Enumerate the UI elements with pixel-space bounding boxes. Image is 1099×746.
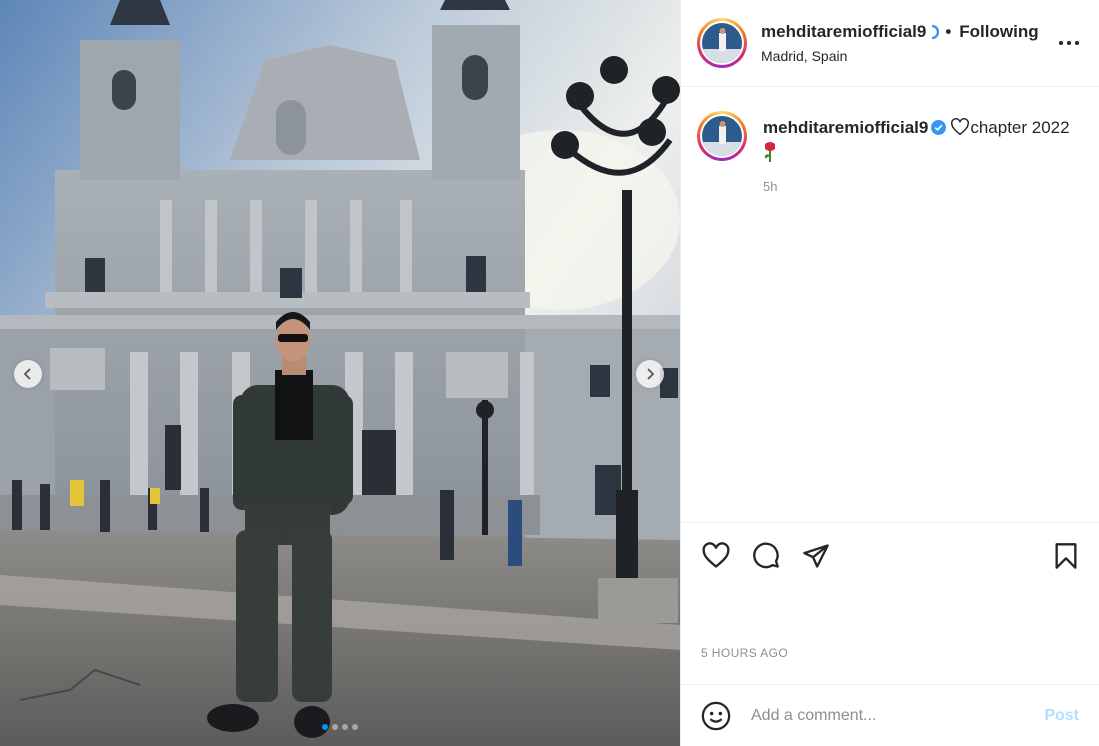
post-timestamp[interactable]: 5 HOURS AGO xyxy=(681,588,1099,684)
post-photo[interactable] xyxy=(0,0,680,746)
caption-username[interactable]: mehditaremiofficial9 xyxy=(763,118,928,137)
separator-dot: • xyxy=(945,22,952,41)
author-avatar[interactable] xyxy=(697,18,747,68)
post-location[interactable]: Madrid, Spain xyxy=(761,48,1055,64)
post-comment-button[interactable]: Post xyxy=(1044,707,1079,725)
action-bar xyxy=(681,522,1099,588)
caption-author-avatar[interactable] xyxy=(697,111,747,161)
carousel-dot xyxy=(352,724,358,730)
heart-outline-icon xyxy=(951,118,970,136)
following-button[interactable]: Following xyxy=(959,22,1038,42)
post-header: mehditaremiofficial9 • Following Madrid,… xyxy=(681,0,1099,87)
comment-button[interactable] xyxy=(751,541,781,571)
caption-time: 5h xyxy=(763,179,778,194)
like-button[interactable] xyxy=(701,541,731,571)
heart-icon xyxy=(702,541,730,568)
avatar-image xyxy=(702,116,742,156)
share-button[interactable] xyxy=(801,541,831,571)
carousel-dot xyxy=(322,724,328,730)
chevron-right-icon xyxy=(647,368,655,380)
post-details-panel: mehditaremiofficial9 • Following Madrid,… xyxy=(680,0,1099,746)
avatar-image xyxy=(702,23,742,63)
instagram-post: mehditaremiofficial9 • Following Madrid,… xyxy=(0,0,1099,746)
carousel-dot xyxy=(342,724,348,730)
cathedral-photo xyxy=(0,0,680,746)
carousel-indicator xyxy=(0,724,680,730)
emoji-icon[interactable] xyxy=(701,701,731,731)
caption-text: chapter 2022 xyxy=(970,118,1070,137)
previous-slide-button[interactable] xyxy=(14,360,42,388)
carousel-dot xyxy=(332,724,338,730)
chevron-left-icon xyxy=(23,368,31,380)
verified-badge-icon xyxy=(932,25,940,39)
more-horizontal-icon xyxy=(1059,41,1063,45)
save-button[interactable] xyxy=(1051,541,1081,571)
add-comment-bar: Post xyxy=(681,684,1099,746)
next-slide-button[interactable] xyxy=(636,360,664,388)
post-caption: mehditaremiofficial9 chapter 2022 5h xyxy=(697,111,1083,194)
verified-badge-icon xyxy=(931,120,947,135)
bookmark-icon xyxy=(1055,542,1077,569)
rose-emoji-icon xyxy=(764,142,775,162)
comment-input[interactable] xyxy=(751,706,1045,725)
share-icon xyxy=(803,543,829,568)
author-username[interactable]: mehditaremiofficial9 xyxy=(761,22,926,42)
more-options-button[interactable] xyxy=(1055,41,1083,45)
comment-icon xyxy=(753,542,779,568)
comments-section: mehditaremiofficial9 chapter 2022 5h xyxy=(681,87,1099,522)
